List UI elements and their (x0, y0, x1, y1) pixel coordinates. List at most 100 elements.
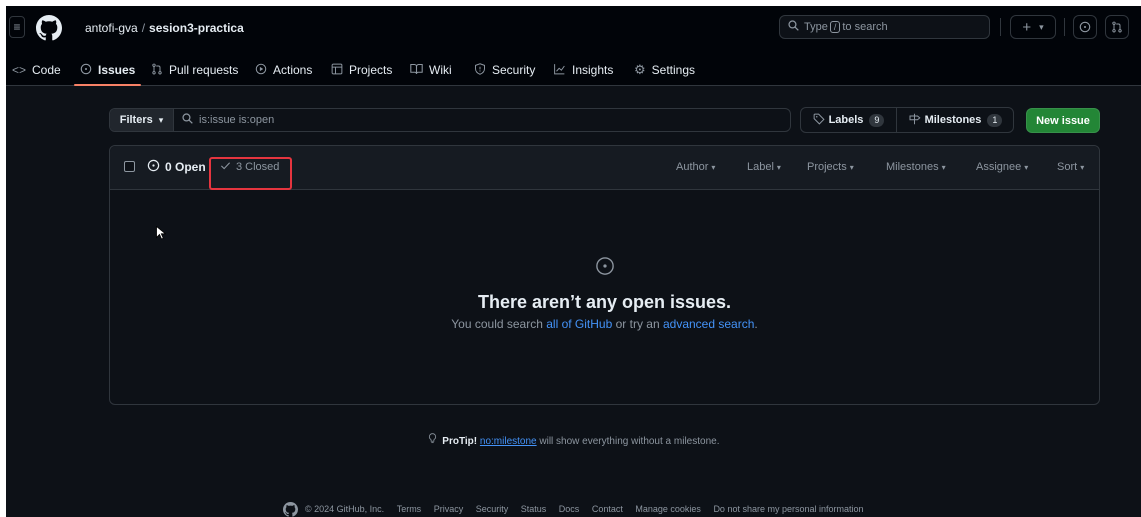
tab-label: Settings (651, 63, 696, 77)
footer-link-security[interactable]: Security (476, 504, 509, 514)
menu-label: Projects (807, 161, 847, 173)
repo-navigation: <> Code Issues Pull requests Actions Pro… (6, 54, 1141, 86)
milestones-filter-menu[interactable]: Milestones ▾ (886, 161, 946, 173)
footer-link-do-not-share[interactable]: Do not share my personal information (713, 504, 863, 514)
advanced-search-link[interactable]: advanced search (663, 317, 754, 331)
chevron-down-icon: ▾ (849, 163, 854, 172)
protip-text: will show everything without a milestone… (536, 436, 720, 447)
footer-copyright: © 2024 GitHub, Inc. (305, 503, 385, 514)
select-all-checkbox[interactable] (124, 161, 135, 172)
table-icon (331, 63, 343, 78)
issue-opened-icon (80, 63, 92, 78)
git-pull-request-icon (1112, 21, 1122, 33)
tab-wiki[interactable]: Wiki (410, 54, 452, 86)
menu-icon[interactable]: ≡ (9, 16, 25, 38)
labels-count: 9 (869, 113, 885, 127)
create-new-button[interactable]: + ▾ (1010, 15, 1056, 39)
issue-opened-icon (110, 256, 1099, 280)
milestones-label: Milestones (924, 114, 982, 126)
milestones-button[interactable]: Milestones 1 (897, 108, 1013, 132)
menu-label: Author (676, 161, 709, 173)
owner-link[interactable]: antofi-gva (85, 21, 138, 35)
search-prefix: Type (804, 21, 828, 33)
chevron-down-icon: ▾ (941, 163, 946, 172)
sort-menu[interactable]: Sort ▾ (1057, 161, 1084, 173)
repo-link[interactable]: sesion3-practica (149, 21, 244, 35)
labels-milestones-group: Labels 9 Milestones 1 (800, 107, 1014, 133)
check-icon (220, 160, 231, 174)
breadcrumb-separator: / (141, 21, 146, 35)
tab-label: Security (492, 63, 536, 77)
tab-label: Pull requests (169, 63, 239, 77)
tab-label: Actions (273, 63, 313, 77)
global-search-input[interactable]: Type / to search (779, 15, 990, 39)
closed-count-label: 3 Closed (236, 161, 280, 173)
plus-icon: + (1022, 18, 1032, 36)
label-filter-menu[interactable]: Label ▾ (747, 161, 781, 173)
chevron-down-icon: ▾ (776, 163, 781, 172)
header-divider (1064, 18, 1065, 36)
footer-link-privacy[interactable]: Privacy (434, 504, 464, 514)
protip: ProTip! no:milestone will show everythin… (6, 433, 1141, 447)
tag-icon (813, 113, 825, 128)
footer-link-terms[interactable]: Terms (397, 504, 422, 514)
tab-insights[interactable]: Insights (553, 54, 613, 86)
tab-actions[interactable]: Actions (255, 54, 312, 86)
chevron-down-icon: ▾ (1080, 163, 1085, 172)
search-query: is:issue is:open (199, 114, 275, 126)
empty-state: There aren’t any open issues. You could … (110, 256, 1099, 331)
code-icon: <> (12, 63, 27, 77)
issue-search-input[interactable]: is:issue is:open (174, 109, 790, 131)
github-logo-icon[interactable] (36, 15, 62, 41)
shield-icon (474, 62, 486, 78)
new-issue-button[interactable]: New issue (1026, 108, 1100, 133)
graph-icon (553, 63, 566, 78)
site-footer: © 2024 GitHub, Inc. Terms Privacy Securi… (6, 502, 1141, 517)
tab-label: Insights (572, 63, 614, 77)
footer-link-contact[interactable]: Contact (592, 504, 623, 514)
milestone-icon (908, 113, 921, 128)
global-header: ≡ antofi-gva / sesion3-practica Type / to … (6, 6, 1141, 86)
chevron-down-icon: ▾ (1024, 163, 1029, 172)
tab-settings[interactable]: ⚙ Settings (634, 54, 695, 86)
github-logo-icon[interactable] (283, 502, 299, 517)
filters-label: Filters (119, 114, 153, 126)
closed-issues-tab[interactable]: 3 Closed (220, 160, 279, 174)
labels-label: Labels (828, 114, 864, 126)
open-issues-tab[interactable]: 0 Open (147, 159, 206, 175)
menu-label: Label (747, 161, 774, 173)
menu-label: Sort (1057, 161, 1078, 173)
tab-code[interactable]: <> Code (12, 54, 61, 86)
protip-label: ProTip! (442, 436, 478, 447)
pull-requests-icon-button[interactable] (1105, 15, 1129, 39)
filters-button[interactable]: Filters ▾ (110, 109, 174, 131)
chevron-down-icon: ▾ (1039, 21, 1044, 32)
footer-link-status[interactable]: Status (521, 504, 547, 514)
issues-list-header: 0 Open 3 Closed Author ▾ Label ▾ Projects ▾… (110, 146, 1099, 190)
desc-text: You could search (451, 317, 547, 331)
git-pull-request-icon (151, 63, 163, 78)
menu-label: Milestones (886, 161, 939, 173)
all-of-github-link[interactable]: all of GitHub (546, 317, 612, 331)
empty-state-description: You could search all of GitHub or try an… (110, 317, 1099, 331)
desc-text: . (754, 317, 758, 331)
labels-button[interactable]: Labels 9 (801, 108, 897, 132)
chevron-down-icon: ▾ (711, 163, 716, 172)
author-filter-menu[interactable]: Author ▾ (676, 161, 715, 173)
play-icon (255, 63, 267, 78)
tab-pull-requests[interactable]: Pull requests (151, 54, 238, 86)
no-milestone-link[interactable]: no:milestone (480, 436, 537, 447)
empty-state-title: There aren’t any open issues. (477, 292, 732, 312)
slash-key-hint: / (829, 21, 841, 33)
issues-list-box: 0 Open 3 Closed Author ▾ Label ▾ Projects ▾… (109, 145, 1100, 405)
issues-icon-button[interactable] (1073, 15, 1097, 39)
projects-filter-menu[interactable]: Projects ▾ (807, 161, 854, 173)
repo-breadcrumb: antofi-gva / sesion3-practica (85, 21, 244, 35)
tab-projects[interactable]: Projects (331, 54, 392, 86)
tab-security[interactable]: Security (474, 54, 535, 86)
milestones-count: 1 (987, 113, 1003, 127)
footer-link-docs[interactable]: Docs (559, 504, 580, 514)
assignee-filter-menu[interactable]: Assignee ▾ (976, 161, 1028, 173)
footer-link-manage-cookies[interactable]: Manage cookies (635, 504, 701, 514)
tab-issues[interactable]: Issues (73, 54, 142, 86)
